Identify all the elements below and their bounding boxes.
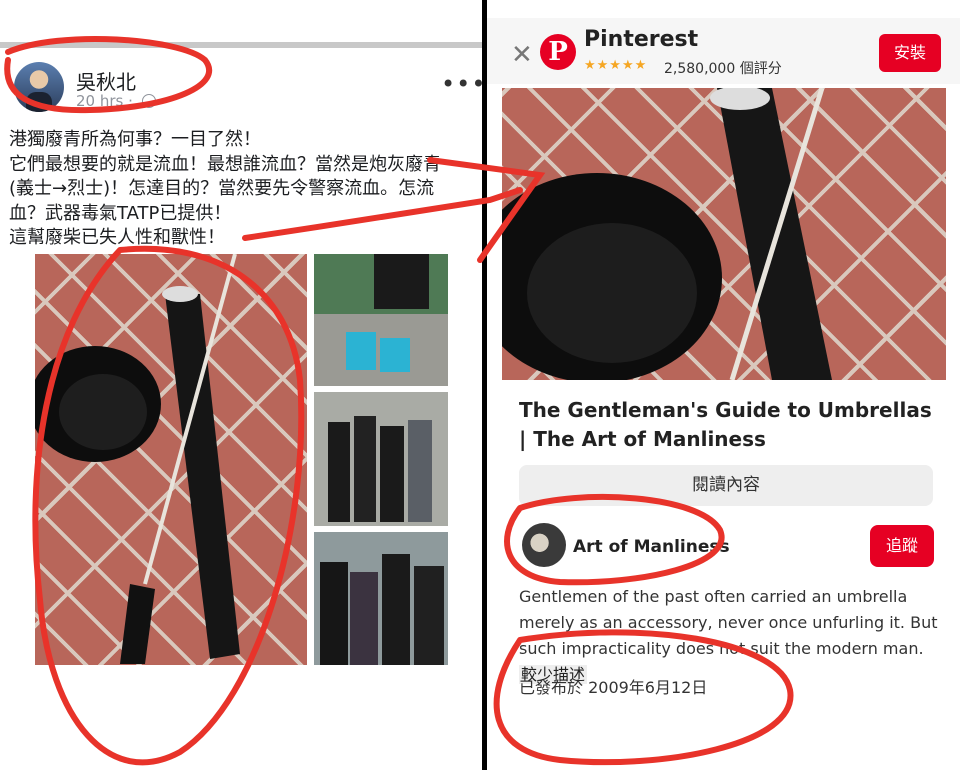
more-options-icon[interactable]: ••• — [441, 70, 482, 98]
buckets-illustration — [314, 254, 448, 386]
app-name: Pinterest — [584, 27, 699, 52]
description-text: Gentlemen of the past often carried an u… — [519, 587, 938, 658]
post-photo-group[interactable] — [314, 392, 448, 526]
pinterest-panel: ✕ P Pinterest ★★★★★ 2,580,000 個評分 安裝 展開 … — [487, 0, 960, 770]
pinterest-logo-icon: P — [540, 34, 576, 70]
author-name[interactable]: 吳秋北 — [76, 66, 136, 95]
install-button[interactable]: 安裝 — [879, 34, 941, 72]
rating-stars-icon: ★★★★★ — [584, 58, 648, 73]
read-content-button[interactable]: 閱讀內容 — [519, 465, 933, 506]
pin-description: Gentlemen of the past often carried an u… — [519, 584, 939, 688]
post-photo-crowd[interactable] — [314, 532, 448, 665]
rating-count: 2,580,000 個評分 — [664, 61, 782, 77]
source-avatar[interactable] — [522, 523, 566, 567]
post-time: 20 hrs · — [76, 92, 156, 110]
source-name[interactable]: Art of Manliness — [573, 537, 730, 557]
group-illustration — [314, 392, 448, 526]
close-icon[interactable]: ✕ — [511, 40, 533, 70]
post-line: 港獨廢青所為何事？一目了然！ — [9, 129, 261, 150]
facebook-post-panel: 吳秋北 20 hrs · ••• 港獨廢青所為何事？一目了然！ 它們最想要的就是… — [0, 0, 482, 770]
pin-title[interactable]: The Gentleman's Guide to Umbrellas | The… — [519, 396, 939, 454]
post-line: 血？武器毒氣TATP已提供！ — [9, 202, 232, 224]
post-photo-buckets[interactable] — [314, 254, 448, 386]
follow-button[interactable]: 追蹤 — [870, 525, 934, 567]
post-text: 港獨廢青所為何事？一目了然！ 它們最想要的就是流血！最想誰流血？當然是炮灰廢青 … — [9, 128, 474, 251]
umbrella-hat-illustration — [35, 254, 240, 664]
post-time-text: 20 hrs — [76, 92, 124, 110]
pin-umbrella-illustration — [502, 88, 832, 380]
author-avatar[interactable] — [14, 62, 64, 112]
pin-image[interactable]: 展開 ⌄ — [502, 88, 946, 380]
post-line: (義士→烈士)！怎達目的？當然要先令警察流血。怎流 — [9, 178, 435, 199]
post-line: 這幫廢柴已失人性和獸性！ — [9, 227, 225, 248]
top-divider — [0, 42, 482, 48]
published-date: 已發布於 2009年6月12日 — [519, 678, 708, 697]
crowd-illustration — [314, 532, 448, 665]
globe-icon — [141, 94, 156, 108]
post-photo-umbrella[interactable] — [35, 254, 307, 665]
post-line: 它們最想要的就是流血！最想誰流血？當然是炮灰廢青 — [9, 153, 441, 175]
